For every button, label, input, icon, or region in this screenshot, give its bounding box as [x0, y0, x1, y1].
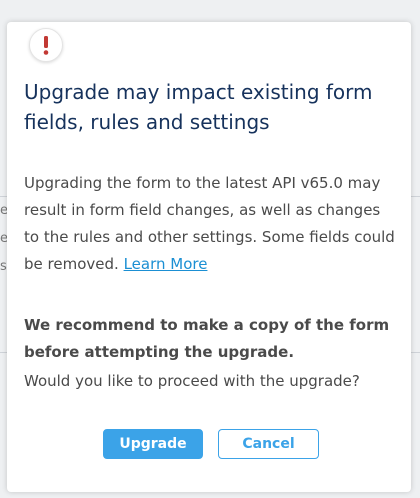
background-text: s: [0, 259, 7, 274]
cancel-button[interactable]: Cancel: [218, 429, 319, 459]
upgrade-button[interactable]: Upgrade: [103, 429, 203, 459]
dialog-description: Upgrading the form to the latest API v65…: [24, 170, 399, 278]
dialog-title: Upgrade may impact existing form fields,…: [24, 80, 373, 134]
dialog-question: Would you like to proceed with the upgra…: [24, 372, 360, 390]
description-text: Upgrading the form to the latest API v65…: [24, 174, 395, 273]
upgrade-warning-dialog: Upgrade may impact existing form fields,…: [7, 22, 411, 492]
dialog-recommendation: We recommend to make a copy of the form …: [24, 316, 390, 361]
warning-badge: [29, 28, 63, 62]
exclamation-icon: [43, 36, 49, 55]
learn-more-link[interactable]: Learn More: [124, 255, 208, 273]
